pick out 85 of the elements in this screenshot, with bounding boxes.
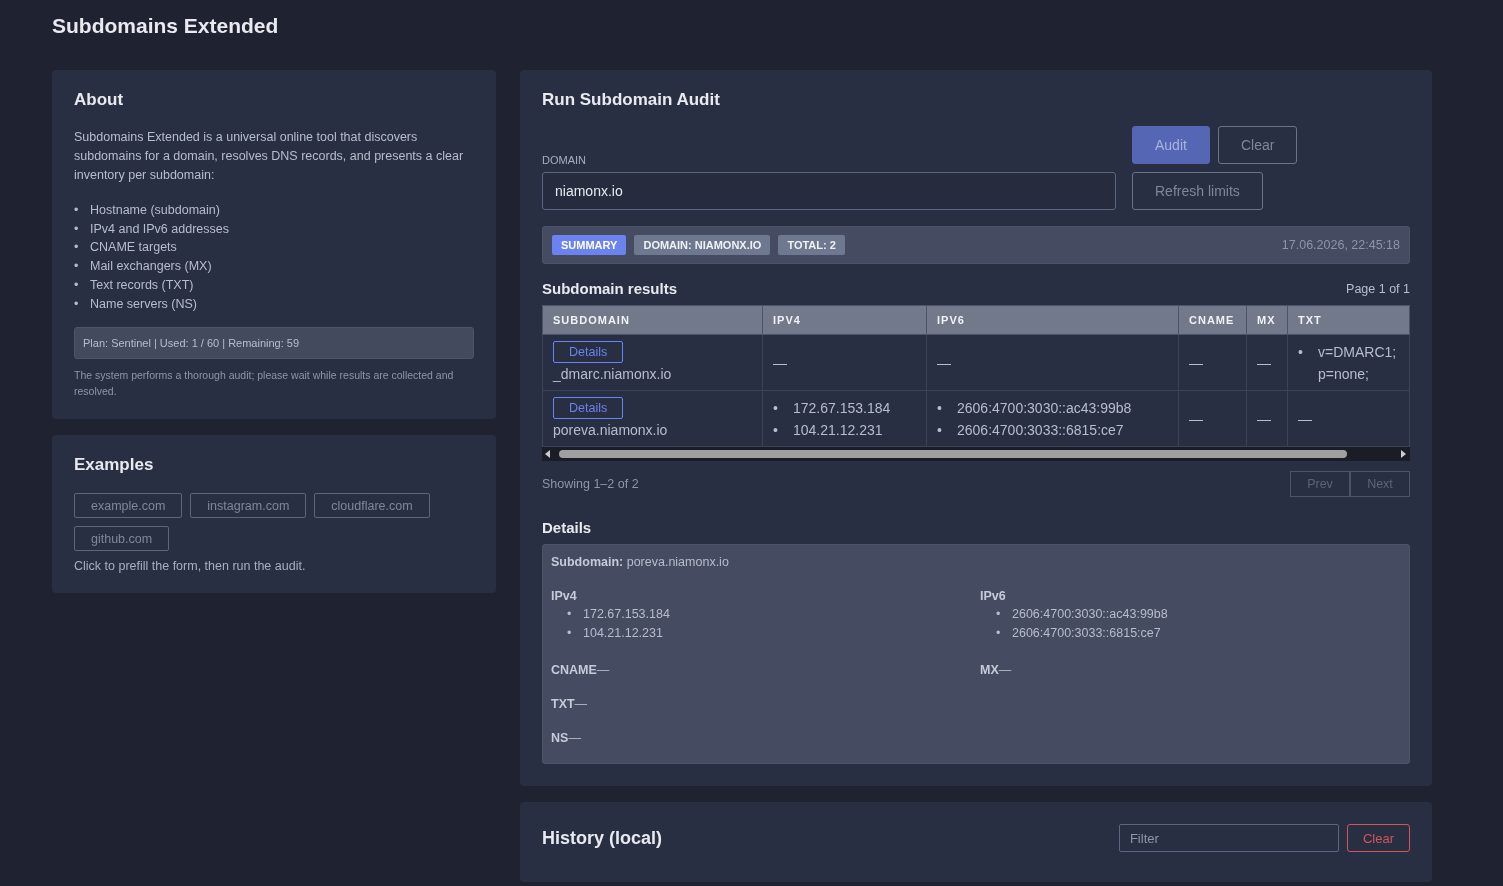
column-header: IPV4 — [762, 305, 927, 335]
clear-button[interactable]: Clear — [1217, 126, 1298, 164]
plan-info: Plan: Sentinel | Used: 1 / 60 | Remaining: 59 — [74, 327, 474, 360]
example-button[interactable]: github.com — [74, 526, 170, 552]
refresh-limits-button[interactable]: Refresh limits — [1132, 172, 1263, 210]
ip-address: 2606:4700:3030::ac43:99b8 — [957, 398, 1132, 418]
bullet: • — [937, 398, 943, 418]
summary-badge: TOTAL: 2 — [778, 235, 845, 255]
bullet: • — [1298, 342, 1304, 362]
hint-text: Click to prefill the form, then run the audit. — [74, 559, 307, 574]
showing-text: Showing 1–2 of 2 — [542, 477, 639, 491]
left-arrow-icon[interactable] — [545, 450, 551, 458]
horizontal-scrollbar[interactable] — [542, 447, 1410, 461]
ip-address: 2606:4700:3033::6815:ce7 — [957, 420, 1124, 440]
card-title: History (local) — [542, 827, 663, 849]
bullet: • — [996, 625, 1002, 642]
bullet: • — [74, 295, 80, 313]
bullet: • — [74, 276, 80, 294]
summary-badge: DOMAIN: NIAMONX.IO — [634, 235, 771, 255]
bullet: • — [773, 398, 779, 418]
ip-address: 172.67.153.184 — [793, 398, 891, 418]
empty-value: — — [937, 354, 951, 371]
txt-record: v=DMARC1; p=none; — [1318, 342, 1398, 384]
ip-address: 2606:4700:3030::ac43:99b8 — [1012, 606, 1168, 623]
note-text: The system performs a thorough audit; please wait while results are collected and resolved. — [74, 368, 455, 400]
bullet: • — [996, 606, 1002, 623]
column-header: CNAME — [1178, 305, 1247, 335]
cname-detail: CNAME— — [551, 663, 611, 677]
right-arrow-icon[interactable] — [1401, 450, 1407, 458]
column-header: TXT — [1287, 305, 1410, 335]
example-button[interactable]: instagram.com — [190, 493, 307, 519]
section-title: Details — [542, 519, 593, 536]
feature-item: Name servers (NS) — [90, 295, 197, 313]
example-button[interactable]: example.com — [74, 493, 183, 519]
bullet: • — [74, 258, 80, 276]
subdomain-detail: Subdomain: poreva.niamonx.io — [551, 555, 730, 569]
filter-field[interactable]: Filter — [1118, 824, 1339, 852]
bullet: • — [567, 606, 573, 623]
column-header: MX — [1246, 305, 1288, 335]
bullet: • — [74, 239, 80, 257]
feature-item: IPv4 and IPv6 addresses — [90, 220, 229, 238]
empty-value: — — [1257, 410, 1271, 427]
feature-item: Mail exchangers (MX) — [90, 258, 212, 276]
details-button[interactable]: Details — [553, 341, 624, 363]
feature-item: CNAME targets — [90, 239, 177, 257]
bullet: • — [567, 625, 573, 642]
bullet: • — [74, 202, 80, 219]
empty-value: — — [773, 354, 787, 371]
about-text: Subdomains Extended is a universal online tool that discovers subdomains for a domain, resolves DNS records, and presents a clear inventory per subdomain: — [74, 129, 465, 184]
section-title: Subdomain results — [542, 280, 678, 297]
column-header: SUBDOMAIN — [542, 305, 763, 335]
field-label: IPv6 — [980, 589, 1007, 603]
details-button[interactable]: Details — [553, 397, 624, 419]
domain-label: DOMAIN — [542, 154, 587, 166]
txt-detail: TXT— — [551, 697, 589, 711]
ip-address: 172.67.153.184 — [583, 606, 670, 623]
ip-address: 104.21.12.231 — [583, 625, 663, 642]
page-info: Page 1 of 1 — [1346, 281, 1410, 296]
column-header: IPV6 — [926, 305, 1179, 335]
empty-value: — — [1189, 354, 1203, 371]
card-title: About — [74, 90, 125, 110]
example-button[interactable]: cloudflare.com — [314, 493, 430, 519]
mx-detail: MX— — [980, 663, 1013, 677]
ip-address: 104.21.12.231 — [793, 420, 883, 440]
page-title: Subdomains Extended — [52, 14, 280, 38]
empty-value: — — [1257, 354, 1271, 371]
empty-value: — — [1189, 410, 1203, 427]
clear-history-button[interactable]: Clear — [1346, 824, 1410, 852]
feature-item: Text records (TXT) — [90, 276, 194, 294]
domain-input[interactable]: niamonx.io — [542, 172, 1116, 210]
ip-address: 2606:4700:3033::6815:ce7 — [1012, 625, 1161, 642]
ns-detail: NS— — [551, 731, 582, 745]
subdomain-name: poreva.niamonx.io — [553, 421, 669, 440]
bullet: • — [937, 420, 943, 440]
bullet: • — [74, 220, 80, 238]
card-title: Run Subdomain Audit — [542, 90, 721, 110]
empty-value: — — [1298, 410, 1312, 427]
field-label: IPv4 — [551, 589, 578, 603]
card-title: Examples — [74, 455, 155, 476]
audit-button[interactable]: Audit — [1132, 126, 1210, 164]
timestamp: 17.06.2026, 22:45:18 — [1281, 238, 1400, 252]
feature-item: Hostname (subdomain) — [90, 202, 220, 219]
bullet: • — [773, 420, 779, 440]
summary-badge: SUMMARY — [552, 235, 627, 255]
subdomain-name: _dmarc.niamonx.io — [553, 365, 673, 384]
